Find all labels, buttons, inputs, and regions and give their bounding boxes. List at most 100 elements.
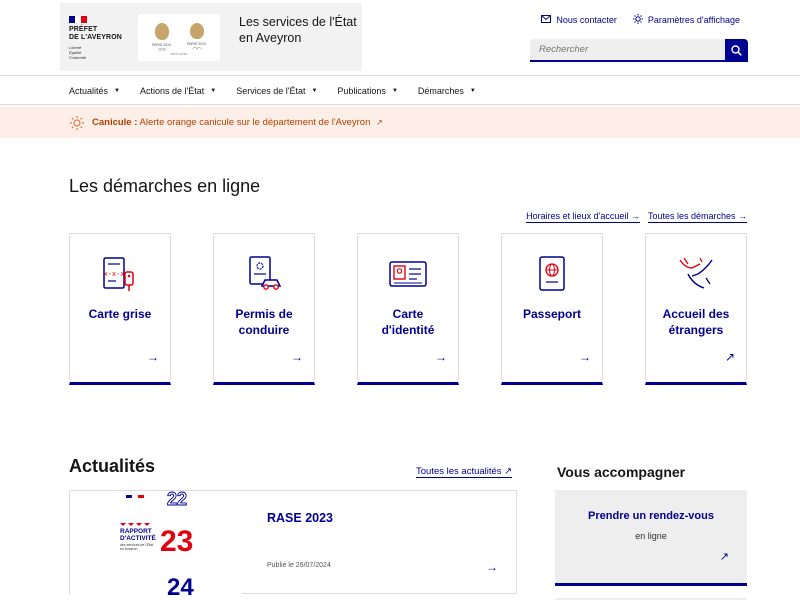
- nav-item-label: Démarches: [417, 85, 464, 96]
- mail-icon: [541, 15, 552, 25]
- card-passeport[interactable]: Passeport →: [501, 233, 603, 385]
- search-icon: [731, 45, 742, 56]
- card-label-line: d'identité: [381, 323, 435, 337]
- alert-label: Canicule :: [92, 117, 138, 128]
- nav-item-actions[interactable]: Actions de l'État ▼: [140, 86, 216, 96]
- arrow-right-icon: →: [435, 350, 447, 364]
- sun-icon: [70, 115, 84, 130]
- card-label: Carte d'identité: [362, 306, 454, 338]
- arrow-right-icon: →: [486, 560, 498, 574]
- arrow-right-icon: →: [291, 350, 303, 364]
- olympic-sub: PAYS HÔTE: [170, 52, 188, 56]
- card-label-line: Permis de: [235, 307, 293, 321]
- search-bar: [530, 39, 748, 62]
- horaires-link[interactable]: Horaires et lieux d'accueil →: [526, 211, 640, 223]
- card-permis-de-conduire[interactable]: Permis de conduire →: [213, 233, 315, 385]
- nav-item-actualites[interactable]: Actualités ▼: [69, 86, 120, 96]
- svg-text:x-x-x: x-x-x: [103, 270, 124, 278]
- report-subtitle-2: en Aveyron: [120, 547, 138, 551]
- devise-line: Fraternité: [69, 55, 87, 60]
- news-date: Publié le 26/07/2024: [267, 562, 331, 569]
- chevron-down-icon: ▼: [391, 87, 398, 94]
- external-link-icon: ↗: [724, 350, 735, 364]
- display-settings-label: Paramètres d'affichage: [647, 15, 740, 25]
- display-settings-link[interactable]: Paramètres d'affichage: [632, 14, 740, 26]
- nav-item-label: Publications: [337, 85, 386, 96]
- report-cover-image: 22 23 24 RAPPORT D'ACTIVITÉ des services…: [70, 491, 242, 595]
- report-number-3: 24: [167, 574, 194, 595]
- prefet-logo: PRÉFET DE L'AVEYRON Liberté Égalité Frat…: [69, 16, 129, 60]
- olympic-logos: PARIS 2024 ○○○ PARIS 2024 ◠◠ PAYS HÔTE: [138, 14, 220, 61]
- alert-banner[interactable]: Canicule : Alerte orange canicule sur le…: [0, 107, 800, 138]
- card-label-line: étrangers: [668, 323, 724, 337]
- french-flag-icon: [69, 16, 87, 23]
- card-label: Permis de conduire: [218, 306, 310, 338]
- horaires-link-label: Horaires et lieux d'accueil: [526, 211, 629, 221]
- prefet-name-line2: DE L'AVEYRON: [69, 34, 122, 41]
- appointment-card[interactable]: Prendre un rendez-vous en ligne ↗: [555, 490, 747, 586]
- alert-text: Alerte orange canicule sur le départemen…: [139, 117, 371, 128]
- id-card-icon: [389, 261, 427, 287]
- all-demarches-label: Toutes les démarches: [647, 211, 736, 221]
- report-number-1: 22: [167, 491, 187, 509]
- brand-block[interactable]: PRÉFET DE L'AVEYRON Liberté Égalité Frat…: [60, 3, 362, 71]
- flame-icon: [154, 22, 169, 40]
- arrow-right-icon: →: [579, 350, 591, 364]
- search-input[interactable]: [530, 39, 725, 62]
- nav-item-label: Actualités: [69, 85, 109, 96]
- main-nav: Actualités ▼ Actions de l'État ▼ Service…: [0, 77, 800, 105]
- flame-icon: [189, 22, 204, 39]
- paris-2024-olympic-logo: PARIS 2024 ○○○: [148, 22, 176, 53]
- demarches-title: Les démarches en ligne: [69, 176, 261, 196]
- appointment-title: Prendre un rendez-vous: [588, 510, 714, 522]
- all-demarches-link[interactable]: Toutes les démarches →: [647, 211, 747, 223]
- external-link-icon: ↗: [376, 118, 383, 127]
- card-label-line: Passeport: [522, 307, 582, 321]
- card-carte-identite[interactable]: Carte d'identité →: [357, 233, 459, 385]
- chevron-down-icon: ▼: [114, 87, 120, 94]
- chevron-down-icon: ▼: [210, 87, 217, 94]
- card-label-line: Carte grise: [88, 307, 152, 321]
- search-button[interactable]: [725, 39, 748, 62]
- card-label: Accueil des étrangers: [650, 306, 742, 338]
- report-title-1: RAPPORT: [120, 528, 152, 535]
- card-label-line: Carte: [392, 307, 424, 321]
- paris-2024-paralympic-logo: PARIS 2024 ◠◠: [183, 22, 211, 53]
- card-label: Passeport: [506, 306, 598, 322]
- nav-item-demarches[interactable]: Démarches ▼: [418, 86, 476, 96]
- accompagner-title: Vous accompagner: [557, 464, 686, 480]
- nav-item-label: Services de l'État: [236, 85, 306, 96]
- welcome-hands-icon: [679, 257, 713, 289]
- all-news-link[interactable]: Toutes les actualités ↗: [416, 466, 513, 478]
- devise: Liberté Égalité Fraternité: [69, 45, 129, 60]
- nav-item-publications[interactable]: Publications ▼: [337, 86, 397, 96]
- chevron-down-icon: ▼: [469, 87, 476, 94]
- all-news-label: Toutes les actualités: [416, 466, 502, 477]
- passport-icon: [539, 256, 565, 291]
- report-number-2: 23: [160, 525, 193, 558]
- header-tools: Nous contacter Paramètres d'affichage: [541, 14, 740, 26]
- demarches-links: Horaires et lieux d'accueil → Toutes les…: [526, 211, 747, 223]
- report-title-2: D'ACTIVITÉ: [120, 533, 157, 542]
- news-image: 22 23 24 RAPPORT D'ACTIVITÉ des services…: [70, 491, 242, 595]
- card-carte-grise[interactable]: x-x-x Carte grise →: [69, 233, 171, 385]
- card-label-line: Accueil des: [662, 307, 730, 321]
- contact-link[interactable]: Nous contacter: [541, 14, 617, 26]
- nav-item-label: Actions de l'État: [139, 85, 205, 96]
- sun-icon: [632, 14, 643, 26]
- external-link-icon: ↗: [719, 551, 729, 563]
- appointment-subtitle: en ligne: [635, 531, 667, 541]
- demarches-cards: x-x-x Carte grise → Permis de conduire →: [69, 233, 747, 385]
- driving-license-icon: [249, 256, 282, 290]
- card-accueil-etrangers[interactable]: Accueil des étrangers ↗: [645, 233, 747, 385]
- prefet-name-line1: PRÉFET: [69, 26, 98, 33]
- news-title[interactable]: RASE 2023: [267, 511, 333, 525]
- contact-label: Nous contacter: [556, 15, 617, 25]
- service-title[interactable]: Les services de l'État en Aveyron: [239, 14, 364, 46]
- nav-item-services[interactable]: Services de l'État ▼: [236, 86, 317, 96]
- news-card[interactable]: 22 23 24 RAPPORT D'ACTIVITÉ des services…: [69, 490, 517, 595]
- site-header: PRÉFET DE L'AVEYRON Liberté Égalité Frat…: [0, 0, 800, 76]
- car-registration-icon: x-x-x: [103, 257, 134, 291]
- card-label: Carte grise: [74, 306, 166, 322]
- arrow-right-icon: →: [147, 350, 159, 364]
